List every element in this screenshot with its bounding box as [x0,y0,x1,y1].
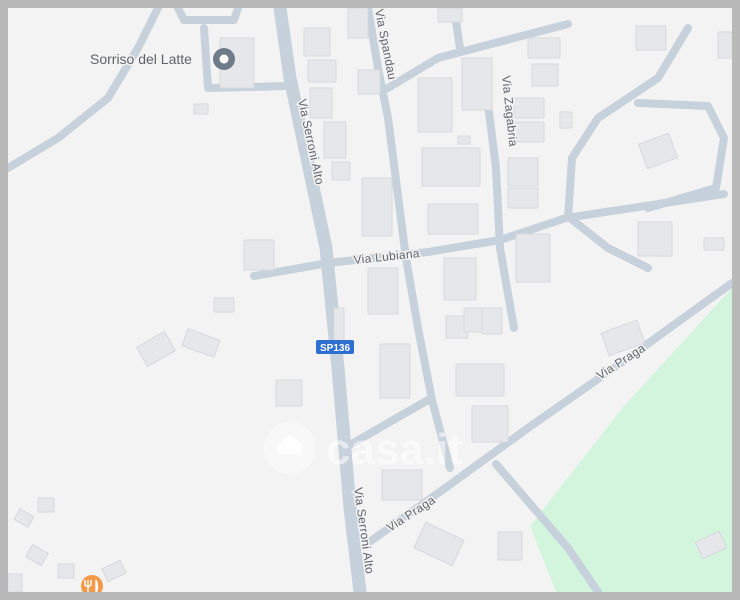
restaurant-icon[interactable] [81,575,103,592]
place-pin-icon[interactable] [213,48,235,70]
watermark-text: casa.it [326,425,463,474]
road-east-spur [566,214,652,272]
street-map[interactable]: Via Serroni Alto Via Spandau Via Zagabri… [8,8,732,592]
road-north-block [174,8,242,24]
road-west-curve [8,8,162,172]
label-via-zagabria: Via Zagabria [499,75,520,148]
poi-sorriso-del-latte[interactable]: Sorriso del Latte [89,48,235,70]
road-east-loop [564,24,692,222]
map-frame: Via Serroni Alto Via Spandau Via Zagabri… [0,0,740,600]
route-shield-label: SP136 [320,343,350,354]
poi-label: Sorriso del Latte [90,51,192,67]
route-shield-sp136: SP136 [316,340,354,354]
watermark: casa.it [264,422,463,474]
